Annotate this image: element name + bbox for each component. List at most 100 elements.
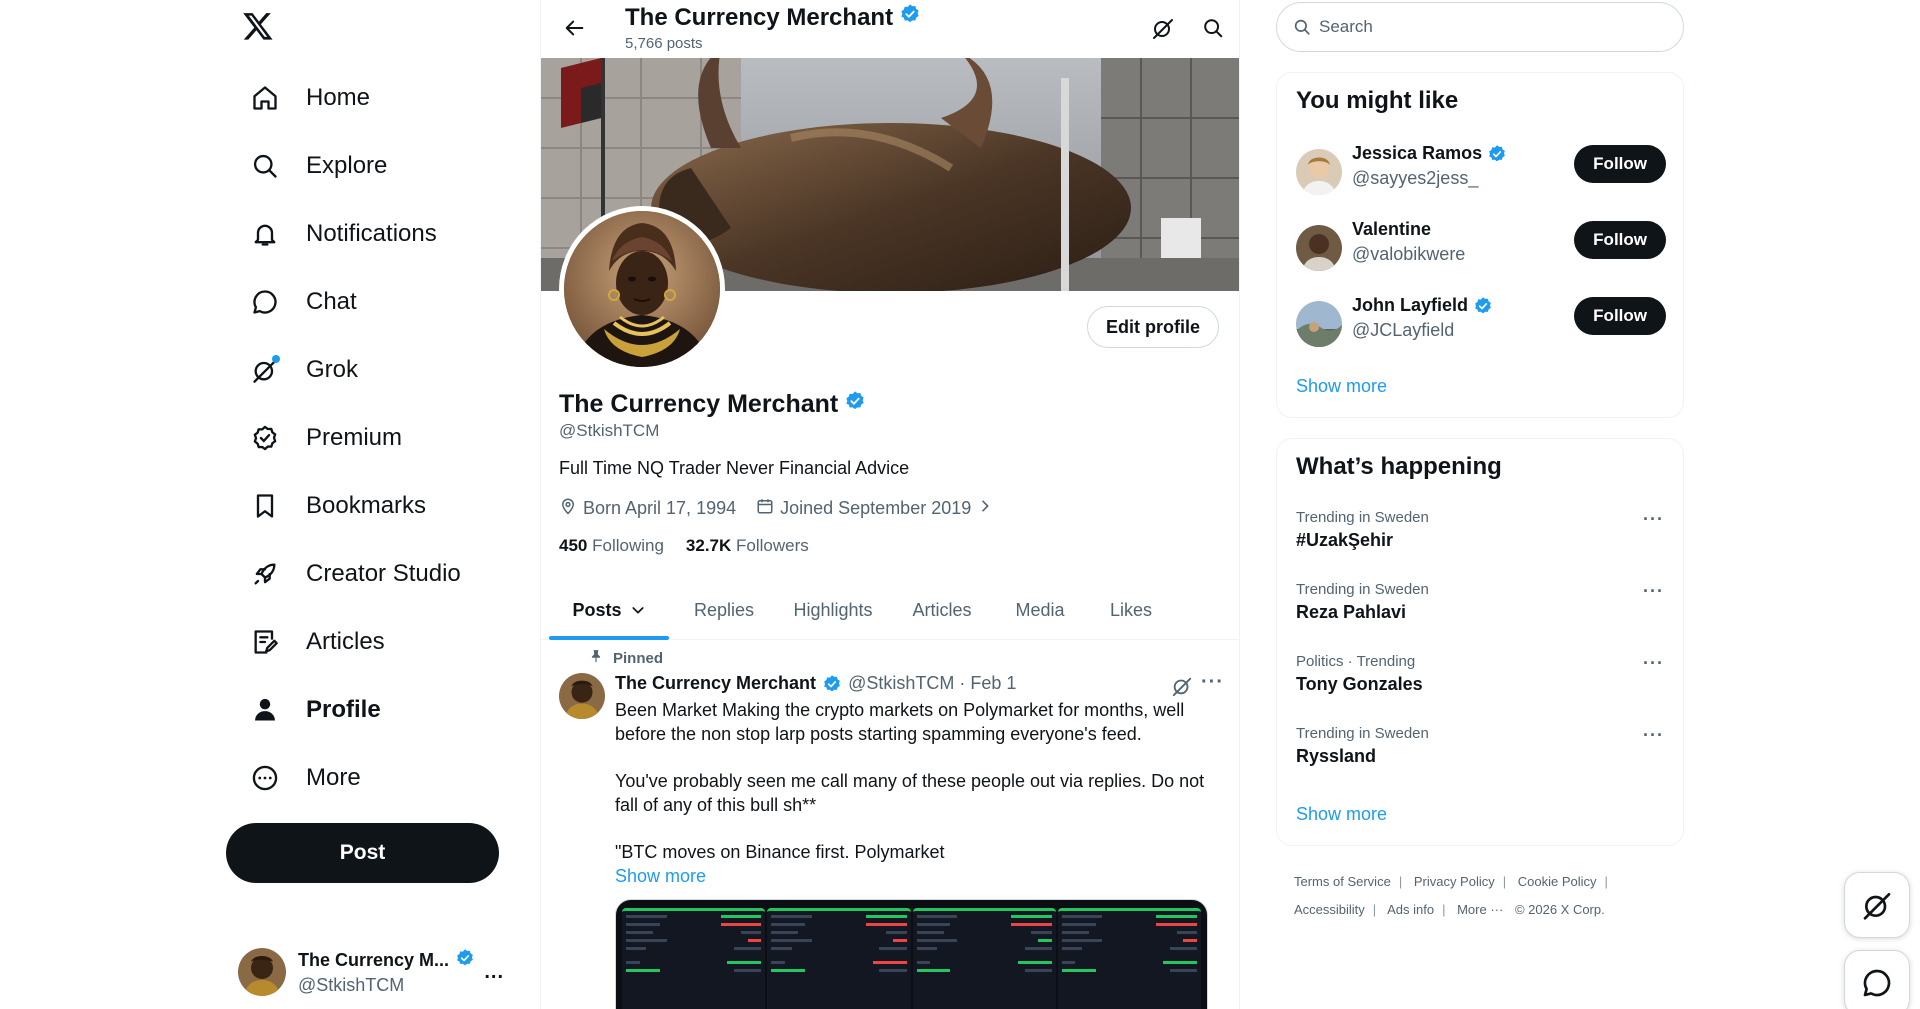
show-more-link[interactable]: Show more [1296,376,1387,397]
account-menu-icon[interactable]: ... [484,961,504,984]
footer-link[interactable]: Privacy Policy [1414,874,1495,889]
trend-more-icon[interactable]: ··· [1643,581,1664,602]
pin-icon [589,649,603,667]
trend-more-icon[interactable]: ··· [1643,509,1664,530]
pinned-label: Pinned [613,649,664,667]
grok-fab-icon[interactable] [1844,872,1910,938]
pinned-post[interactable]: Pinned The Currency Merchant @StkishTCM … [541,641,1239,1009]
search-box[interactable] [1276,2,1684,52]
account-handle: @StkishTCM [298,975,405,995]
search-icon [250,151,280,181]
edit-profile-button[interactable]: Edit profile [1087,306,1219,348]
footer-link[interactable]: Accessibility [1294,902,1365,917]
trends-title: What’s happening [1296,453,1502,480]
notification-dot-icon [272,355,280,363]
nav-more[interactable]: More [238,750,373,806]
tab-media[interactable]: Media [1000,580,1080,640]
trend-more-icon[interactable]: ··· [1643,653,1664,674]
suggested-user[interactable]: John Layfield @JCLayfield Follow [1296,295,1666,355]
follow-button[interactable]: Follow [1574,221,1666,259]
nav-explore[interactable]: Explore [238,138,399,194]
nav-articles[interactable]: Articles [238,614,397,670]
nav-creator-studio[interactable]: Creator Studio [238,546,473,602]
tab-highlights[interactable]: Highlights [778,580,888,640]
post-more-icon[interactable]: ··· [1201,671,1224,694]
avatar [1296,301,1342,347]
trend-context: Trending in Sweden [1296,509,1429,526]
followers-label: Followers [736,536,809,555]
who-to-follow-title: You might like [1296,87,1459,114]
calendar-icon [756,497,774,520]
chat-fab-icon[interactable] [1844,950,1910,1009]
nav-notifications[interactable]: Notifications [238,206,449,262]
footer-links: Terms of Service | Privacy Policy | Cookie… [1294,874,1608,917]
user-name: Valentine [1352,219,1432,239]
trend-more-icon[interactable]: ··· [1643,725,1664,746]
search-icon[interactable] [1195,10,1231,46]
trend-context: Trending in Sweden [1296,725,1429,742]
chevron-right-icon[interactable] [977,498,993,519]
back-arrow-icon[interactable] [557,10,593,46]
left-navigation: Home Explore Notifications Chat Grok Pre… [226,0,538,1009]
trend-item[interactable]: Trending in Sweden Ryssland ··· [1296,725,1666,781]
grok-explain-icon[interactable] [1169,673,1195,699]
verified-badge-icon[interactable] [844,390,866,419]
nav-creator-studio-label: Creator Studio [306,560,461,587]
footer-link[interactable]: More ··· [1457,902,1503,917]
chat-icon [250,287,280,317]
show-more-link[interactable]: Show more [1296,804,1387,825]
account-switcher[interactable]: The Currency M... @StkishTCM ... [226,940,516,1004]
nav-profile[interactable]: Profile [238,682,393,738]
post-button[interactable]: Post [226,823,499,883]
rocket-icon [250,559,280,589]
avatar [1296,225,1342,271]
nav-profile-label: Profile [306,696,381,723]
chevron-down-icon [630,602,646,618]
nav-bookmarks[interactable]: Bookmarks [238,478,438,534]
grok-icon [250,355,280,385]
bookmark-icon [250,491,280,521]
tab-replies[interactable]: Replies [674,580,774,640]
header-title: The Currency Merchant [625,3,894,31]
following-count: 450 [559,536,588,555]
post-author-name[interactable]: The Currency Merchant [615,673,816,694]
verified-badge-icon [1487,144,1507,164]
nav-premium[interactable]: Premium [238,410,414,466]
verified-badge-icon [899,3,921,32]
avatar [238,948,286,996]
dashboard-panel [622,908,766,1009]
follow-stats: 450 Following 32.7K Followers [559,536,809,556]
nav-home[interactable]: Home [238,70,382,126]
footer-link[interactable]: Terms of Service [1294,874,1391,889]
nav-grok[interactable]: Grok [238,342,370,398]
trend-item[interactable]: Trending in Sweden Reza Pahlavi ··· [1296,581,1666,637]
trend-item[interactable]: Politics · Trending Tony Gonzales ··· [1296,653,1666,709]
nav-home-label: Home [306,84,371,111]
post-media-image[interactable] [615,899,1208,1009]
x-logo-icon[interactable] [242,10,278,46]
follow-button[interactable]: Follow [1574,145,1666,183]
trend-item[interactable]: Trending in Sweden #UzakŞehir ··· [1296,509,1666,565]
trend-title: Tony Gonzales [1296,674,1423,694]
followers-link[interactable]: 32.7K Followers [686,536,809,556]
post-text-line: "BTC moves on Binance first. Polymarket [615,842,945,862]
footer-link[interactable]: Cookie Policy [1518,874,1597,889]
nav-articles-label: Articles [306,628,385,655]
search-input[interactable] [1319,17,1659,37]
footer-link[interactable]: Ads info [1387,902,1434,917]
grok-analyze-icon[interactable] [1145,10,1181,46]
article-icon [250,627,280,657]
post-handle-date[interactable]: @StkishTCM · Feb 1 [848,673,1016,694]
suggested-user[interactable]: Jessica Ramos @sayyes2jess_ Follow [1296,143,1666,203]
following-link[interactable]: 450 Following [559,536,664,556]
avatar[interactable] [559,673,605,719]
nav-chat[interactable]: Chat [238,274,369,330]
follow-button[interactable]: Follow [1574,297,1666,335]
suggested-user[interactable]: Valentine @valobikwere Follow [1296,219,1666,279]
profile-avatar[interactable] [559,206,725,372]
joined-date: Joined September 2019 [780,498,972,518]
tab-likes[interactable]: Likes [1096,580,1166,640]
show-more-link[interactable]: Show more [615,866,706,886]
tab-posts[interactable]: Posts [549,580,669,640]
tab-articles[interactable]: Articles [892,580,992,640]
